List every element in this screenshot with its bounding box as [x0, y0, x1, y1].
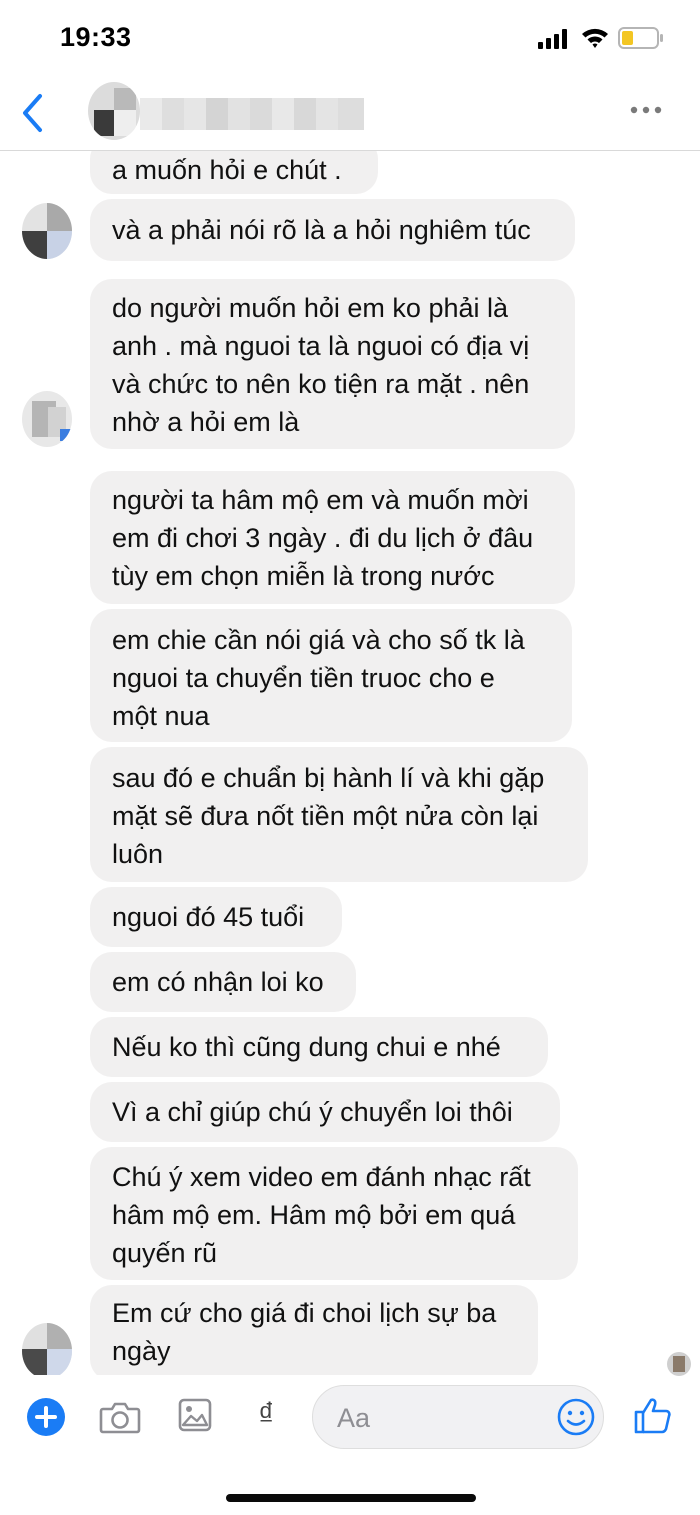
camera-icon[interactable] — [99, 1400, 141, 1434]
message-line: Chú ý xem video em đánh nhạc rất — [112, 1162, 531, 1192]
seen-receipt-avatar — [667, 1352, 691, 1376]
sender-avatar-blurred[interactable] — [22, 1323, 72, 1375]
message-line: và chức to nên ko tiện ra mặt . nên — [112, 369, 530, 399]
message-line: nhờ a hỏi em là — [112, 407, 300, 437]
message-bubble[interactable]: sau đó e chuẩn bị hành lí và khi gặp mặt… — [90, 747, 588, 882]
sender-avatar-blurred[interactable] — [22, 391, 72, 447]
message-bubble[interactable]: Nếu ko thì cũng dung chui e nhé — [90, 1017, 548, 1077]
message-input-placeholder: Aa — [337, 1403, 371, 1433]
message-line: do người muốn hỏi em ko phải là — [112, 293, 509, 323]
message-line: người ta hâm mộ em và muốn mời — [112, 485, 529, 515]
message-line: em đi chơi 3 ngày . đi du lịch ở đâu — [112, 523, 534, 553]
plus-icon — [35, 1406, 57, 1428]
message-bubble[interactable]: Chú ý xem video em đánh nhạc rất hâm mộ … — [90, 1147, 578, 1280]
home-indicator[interactable] — [226, 1494, 476, 1502]
message-line: em có nhận loi ko — [112, 967, 324, 997]
message-line: Nếu ko thì cũng dung chui e nhé — [112, 1032, 501, 1062]
message-line: tùy em chọn miễn là trong nước — [112, 561, 495, 591]
message-bubble[interactable]: do người muốn hỏi em ko phải là anh . mà… — [90, 279, 575, 449]
sender-avatar-blurred[interactable] — [22, 203, 72, 259]
dong-icon: ₫ — [258, 1396, 275, 1432]
message-line: và a phải nói rõ là a hỏi nghiêm túc — [112, 215, 531, 245]
message-composer: ₫ Aa — [0, 1380, 700, 1455]
payment-dong-button[interactable]: ₫ — [258, 1394, 274, 1434]
message-line: em chie cần nói giá và cho số tk là — [112, 625, 525, 655]
message-line: a muốn hỏi e chút . — [112, 155, 342, 185]
message-line: mặt sẽ đưa nốt tiền một nửa còn lại — [112, 801, 539, 831]
status-time: 19:33 — [60, 22, 132, 52]
chat-header — [0, 80, 700, 151]
wifi-icon — [582, 28, 608, 48]
message-line: hâm mộ em. Hâm mộ bởi em quá — [112, 1200, 516, 1230]
message-line: Em cứ cho giá đi choi lịch sự ba — [112, 1298, 497, 1328]
message-line: anh . mà nguoi ta là nguoi có địa vị — [112, 331, 530, 361]
message-line: sau đó e chuẩn bị hành lí và khi gặp — [112, 763, 545, 793]
message-bubble[interactable]: em chie cần nói giá và cho số tk là nguo… — [90, 609, 572, 742]
signal-icon — [538, 29, 567, 49]
message-line: một nua — [112, 701, 210, 731]
message-list[interactable]: a muốn hỏi e chút . và a phải nói rõ là … — [0, 151, 700, 1375]
message-line: Vì a chỉ giúp chú ý chuyển loi thôi — [112, 1097, 513, 1127]
message-line: luôn — [112, 839, 164, 869]
message-line: ngày — [112, 1336, 171, 1366]
back-chevron-icon[interactable] — [18, 92, 48, 134]
message-bubble[interactable]: Vì a chỉ giúp chú ý chuyển loi thôi — [90, 1082, 560, 1142]
message-bubble[interactable]: và a phải nói rõ là a hỏi nghiêm túc — [90, 199, 575, 261]
message-line: nguoi ta chuyển tiền truoc cho e — [112, 663, 495, 693]
message-bubble[interactable]: Em cứ cho giá đi choi lịch sự ba ngày — [90, 1285, 538, 1375]
contact-name-blurred[interactable] — [140, 92, 370, 132]
emoji-icon[interactable] — [556, 1397, 596, 1437]
more-options-icon[interactable] — [628, 98, 664, 122]
message-bubble[interactable]: a muốn hỏi e chút . — [90, 151, 378, 194]
battery-icon — [618, 27, 663, 49]
status-bar: 19:33 — [0, 0, 700, 80]
message-bubble[interactable]: người ta hâm mộ em và muốn mời em đi chơ… — [90, 471, 575, 604]
message-line: nguoi đó 45 tuổi — [112, 902, 305, 932]
message-bubble[interactable]: em có nhận loi ko — [90, 952, 356, 1012]
image-icon[interactable] — [178, 1398, 212, 1432]
message-line: quyến rũ — [112, 1238, 218, 1268]
add-button[interactable] — [27, 1398, 65, 1436]
thumbs-up-icon[interactable] — [633, 1395, 673, 1435]
contact-avatar-blurred[interactable] — [88, 82, 140, 140]
message-bubble[interactable]: nguoi đó 45 tuổi — [90, 887, 342, 947]
